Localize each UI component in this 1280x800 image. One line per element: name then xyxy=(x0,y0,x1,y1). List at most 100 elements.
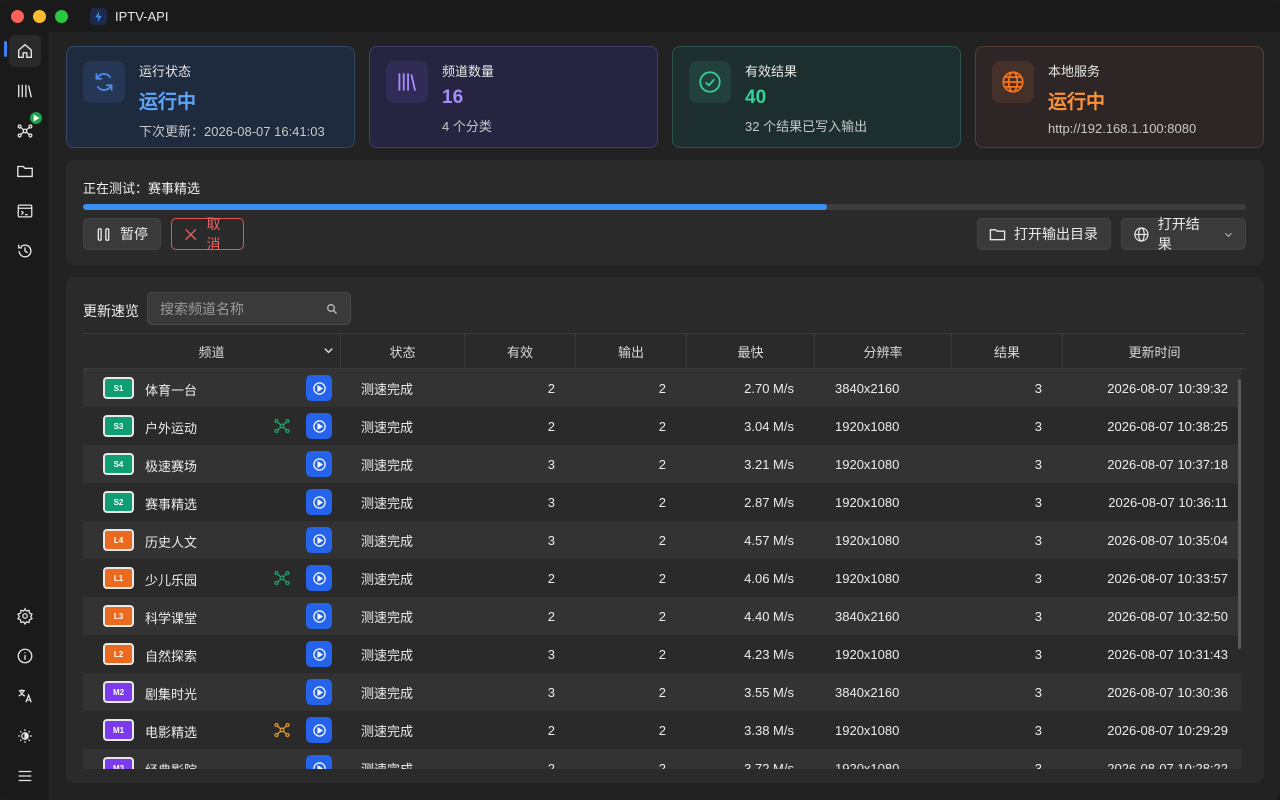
theme-icon xyxy=(18,729,32,743)
play-button[interactable] xyxy=(306,603,332,629)
channel-cell: L2 自然探索 xyxy=(83,635,340,673)
table-row[interactable]: S4 极速赛场 测速完成 3 2 3.21 M/s 1920x1080 3 20… xyxy=(83,445,1241,483)
column-header-status[interactable]: 状态 xyxy=(340,334,464,368)
play-button[interactable] xyxy=(306,679,332,705)
close-window-button[interactable] xyxy=(11,9,24,23)
table-row[interactable]: S2 赛事精选 测速完成 3 2 2.87 M/s 1920x1080 3 20… xyxy=(83,483,1241,521)
play-circle-icon xyxy=(312,533,326,547)
play-button[interactable] xyxy=(306,413,332,439)
channel-cell: L3 科学课堂 xyxy=(83,597,340,635)
fastest-cell: 3.21 M/s xyxy=(744,456,794,472)
cancel-button[interactable]: 取消 xyxy=(171,216,244,252)
sidebar-item-folder[interactable] xyxy=(9,155,41,187)
play-button[interactable] xyxy=(306,755,332,769)
sidebar-item-home[interactable] xyxy=(9,35,41,67)
updated-time-cell: 2026-08-07 10:37:18 xyxy=(1107,456,1228,472)
play-button[interactable] xyxy=(306,641,332,667)
fastest-cell: 4.23 M/s xyxy=(744,646,794,662)
fastest-cell: 2.70 M/s xyxy=(744,380,794,396)
play-button[interactable] xyxy=(306,717,332,743)
play-button[interactable] xyxy=(306,489,332,515)
settings-icon xyxy=(17,607,33,625)
network-icon xyxy=(273,417,291,435)
table-row[interactable]: M2 剧集时光 测速完成 3 2 3.55 M/s 3840x2160 3 20… xyxy=(83,673,1241,711)
minimize-window-button[interactable] xyxy=(33,9,46,23)
chevron-down-icon xyxy=(1225,232,1232,237)
fastest-cell: 4.06 M/s xyxy=(744,570,794,586)
fastest-cell: 2.87 M/s xyxy=(744,494,794,510)
sidebar-item-library[interactable] xyxy=(9,75,41,107)
sidebar-item-menu[interactable] xyxy=(9,760,41,792)
running-badge-icon xyxy=(30,112,42,124)
column-header-output[interactable]: 输出 xyxy=(575,334,686,368)
status-cell: 测速完成 xyxy=(361,723,414,739)
output-cell: 2 xyxy=(658,456,666,472)
play-button[interactable] xyxy=(306,375,332,401)
table-row[interactable]: M3 经典影院 测速完成 2 2 3.72 M/s 1920x1080 3 20… xyxy=(83,749,1241,769)
valid-cell: 3 xyxy=(547,532,555,548)
table-row[interactable]: L3 科学课堂 测速完成 2 2 4.40 M/s 3840x2160 3 20… xyxy=(83,597,1241,635)
sidebar-item-network[interactable] xyxy=(9,112,42,147)
column-header-resolution[interactable]: 分辨率 xyxy=(814,334,951,368)
pause-button[interactable]: 暂停 xyxy=(83,218,161,250)
channel-tag: M3 xyxy=(103,757,134,769)
play-button[interactable] xyxy=(306,565,332,591)
sidebar-item-theme[interactable] xyxy=(9,720,41,752)
table-row[interactable]: L1 少儿乐园 测速完成 2 2 4.06 M/s 1920x1080 3 20… xyxy=(83,559,1241,597)
search-input[interactable] xyxy=(148,293,318,324)
sidebar-item-info[interactable] xyxy=(9,640,41,672)
search-box xyxy=(147,292,351,325)
status-cell: 测速完成 xyxy=(361,533,414,549)
valid-cell: 2 xyxy=(547,418,555,434)
channel-name: 少儿乐园 xyxy=(145,573,198,588)
open-result-dropdown[interactable]: 打开结果 xyxy=(1121,216,1246,252)
sidebar xyxy=(0,32,50,800)
play-circle-icon xyxy=(312,457,326,471)
globe-icon xyxy=(1134,226,1149,242)
maximize-window-button[interactable] xyxy=(55,9,68,23)
pause-icon xyxy=(97,227,110,241)
updated-time-cell: 2026-08-07 10:36:11 xyxy=(1108,494,1228,510)
column-header-fastest[interactable]: 最快 xyxy=(686,334,814,368)
open-output-dir-label: 打开输出目录 xyxy=(1014,226,1098,242)
resolution-cell: 1920x1080 xyxy=(835,418,900,434)
column-header-results[interactable]: 结果 xyxy=(951,334,1062,368)
column-header-channel[interactable]: 频道 xyxy=(83,334,340,368)
sidebar-item-settings[interactable] xyxy=(9,600,41,632)
sidebar-item-history[interactable] xyxy=(9,235,41,267)
valid-cell: 3 xyxy=(547,684,555,700)
channel-name: 极速赛场 xyxy=(145,459,198,474)
table-row[interactable]: L4 历史人文 测速完成 3 2 4.57 M/s 1920x1080 3 20… xyxy=(83,521,1241,559)
play-circle-icon xyxy=(312,571,326,585)
card-sub: 32 个结果已写入输出 xyxy=(745,119,868,134)
table-row[interactable]: M1 电影精选 测速完成 2 2 3.38 M/s 1920x1080 3 20… xyxy=(83,711,1241,749)
result-count-cell: 3 xyxy=(1034,646,1042,662)
channel-cell: S3 户外运动 xyxy=(83,407,340,445)
overview-panel: 更新速览 频道 状态 有效 输出 最快 分辨率 结果 更新时间 S1 xyxy=(66,277,1264,783)
open-output-dir-button[interactable]: 打开输出目录 xyxy=(977,218,1111,250)
table-row[interactable]: L2 自然探索 测速完成 3 2 4.23 M/s 1920x1080 3 20… xyxy=(83,635,1241,673)
play-button[interactable] xyxy=(306,527,332,553)
table-row[interactable]: S3 户外运动 测速完成 2 2 3.04 M/s 1920x1080 3 20… xyxy=(83,407,1241,445)
status-cell: 测速完成 xyxy=(361,495,414,511)
chevron-down-icon[interactable] xyxy=(323,345,334,356)
result-count-cell: 3 xyxy=(1034,418,1042,434)
updated-time-cell: 2026-08-07 10:29:29 xyxy=(1107,722,1228,738)
column-header-updated[interactable]: 更新时间 xyxy=(1062,334,1246,368)
channel-tag: L4 xyxy=(103,529,134,551)
table-row[interactable]: S1 体育一台 测速完成 2 2 2.70 M/s 3840x2160 3 20… xyxy=(83,369,1241,407)
card-local-service: 本地服务 运行中 http://192.168.1.100:8080 xyxy=(975,46,1264,148)
updated-time-cell: 2026-08-07 10:31:43 xyxy=(1107,646,1228,662)
channel-cell: L4 历史人文 xyxy=(83,521,340,559)
sidebar-item-language[interactable] xyxy=(9,680,41,712)
channel-cell: M1 电影精选 xyxy=(83,711,340,749)
result-count-cell: 3 xyxy=(1034,494,1042,510)
play-button[interactable] xyxy=(306,451,332,477)
channel-tag: L1 xyxy=(103,567,134,589)
pause-label: 暂停 xyxy=(120,226,148,242)
channel-cell: M2 剧集时光 xyxy=(83,673,340,711)
status-cell: 测速完成 xyxy=(361,381,414,397)
table-scrollbar[interactable] xyxy=(1238,379,1241,649)
sidebar-item-terminal[interactable] xyxy=(9,195,41,227)
column-header-valid[interactable]: 有效 xyxy=(464,334,575,368)
